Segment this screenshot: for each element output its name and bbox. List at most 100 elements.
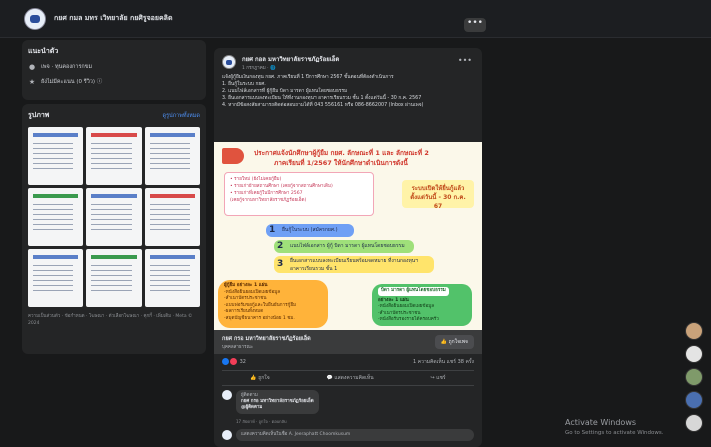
post-text-line: 2. แนบไฟล์เอกสารที่ ผู้กู้ยืม บิดา มารดา… [222,89,348,94]
share-label: แชร์ [436,375,446,381]
love-reaction-icon [230,358,237,365]
photo-thumbnail[interactable] [144,127,200,185]
photo-thumbnail[interactable] [86,188,142,246]
comment-item: ผู้ติดตาม กยศ กรอ มหาวิทยาลัยราชภัฏร้อยเ… [214,386,482,418]
share-button[interactable]: ↪ แชร์ [430,374,445,382]
step-text: แนบไฟล์เอกสาร ผู้กู้ บิดา มารดา ผู้แทนโด… [290,243,405,249]
post-stats: 32 1 ความคิดเห็น แชร์ 38 ครั้ง [214,354,482,370]
intro-card: แนะนำตัว ● เพจ · ทุนคองการกขม ★ ยังไม่มี… [22,40,206,100]
post-text: แจ้งผู้กู้ยืมเงินกองทุน กยศ. ภาคเรียนที่… [214,70,482,140]
intro-row-rating: ★ ยังไม่มีคะแนน (0 รีวิว) ⓘ [28,77,200,86]
page-name[interactable]: กยศ กมล มทร เวิทยาลัย กยศิรูจอยคลิด [54,13,173,24]
comment-text: @ผู้ติดตาม [241,405,263,410]
photo-thumbnail[interactable] [28,188,84,246]
step-number: 2 [277,241,284,251]
poster-step-2: 2 แนบไฟล์เอกสาร ผู้กู้ บิดา มารดา ผู้แทน… [274,240,414,253]
intro-text[interactable]: ยังไม่มีคะแนน (0 รีวิว) ⓘ [41,77,102,86]
photos-title: รูปภาพ [28,111,50,119]
activate-windows-subtitle: Go to Settings to activate Windows. [565,430,664,436]
poster-subheadline: ภาคเรียนที่ 1/2567 ให้นักศึกษาดำเนินการด… [274,159,408,167]
current-user-avatar [222,430,232,440]
comment-input[interactable]: แสดงความคิดเห็นในชื่อ A. Jeeraphatt Choo… [236,429,474,441]
feed-post: กยศ กอล มหาวิทยาลัยราชภัฏร้อยเอ็ด 1 กรกฎ… [214,48,482,447]
intro-row-category: ● เพจ · ทุนคองการกขม [28,63,200,71]
post-more-icon[interactable]: ••• [458,56,472,65]
photos-card: รูปภาพ ดูรูปภาพทั้งหมด ความเป็นส่วนตัว ·… [22,104,206,354]
like-reaction-icon [222,358,229,365]
page-info-strip: กยศ กรอ มหาวิทยาลัยราชภัฏร้อยเอ็ด บุคคลส… [214,330,482,354]
comment-count[interactable]: 1 ความคิดเห็น [413,359,445,365]
poster-line: • รายเก่าย้ายสถานศึกษา (เคยกู้จากสถานศึก… [230,184,333,189]
poster-borrower-docs: ผู้กู้ยืม อย่างละ 1 แผ่น -หนังสือยินยอมเ… [218,280,328,328]
like-button[interactable]: 👍 ถูกใจ [250,374,269,382]
post-text-line: 1. ยื่นกู้ในระบบ กยศ. [222,82,266,87]
poster-line: -สมุดบัญชีธนาคาร อย่างน้อย 1 ชม. [224,315,295,321]
poster-step-1: 1 ยื่นกู้ในระบบ (สมัครกยศ.) [266,224,354,237]
like-label: ถูกใจ [258,375,270,381]
photo-thumbnail[interactable] [28,249,84,307]
photo-thumbnail[interactable] [86,127,142,185]
page-header-bar: กยศ กมล มทร เวิทยาลัย กยศิรูจอยคลิด [0,0,711,38]
page-avatar[interactable] [24,7,46,30]
step-text: ยื่นเอกสารแบบลงทะเบียนเรียนพร้อมจดหมาย ท… [290,258,418,272]
poster-box-title: บิดา มารดา ผู้แทนโดยชอบธรรม [378,287,449,296]
thumbs-up-icon: 👍 [440,339,449,345]
chat-head-avatar[interactable] [685,391,703,409]
poster-step-3: 3 ยื่นเอกสารแบบลงทะเบียนเรียนพร้อมจดหมาย… [274,256,434,273]
post-actions: 👍 ถูกใจ 💬 แสดงความคิดเห็น ↪ แชร์ [222,370,474,386]
post-image-poster[interactable]: ประกาศแจ้งนักศึกษาผู้กู้ยืม กยศ. ลักษณะท… [214,142,482,330]
comment-meta[interactable]: 17 สัปดาห์ · ถูกใจ · ตอบกลับ [236,418,482,425]
like-page-label: ถูกใจเพจ [448,339,468,345]
post-text-line: 3. ยื่นเอกสารแบบลงทะเบียน ให้ที่งานกองทุ… [222,96,422,101]
commenter-avatar[interactable] [222,390,232,400]
post-text-line: แจ้งผู้กู้ยืมเงินกองทุน กยศ. ภาคเรียนที่… [222,75,394,80]
activate-windows-title: Activate Windows [565,418,637,427]
left-column: แนะนำตัว ● เพจ · ทุนคองการกขม ★ ยังไม่มี… [22,40,206,354]
photo-thumbnail[interactable] [86,249,142,307]
chat-heads-column [685,322,705,437]
write-comment-row: แสดงความคิดเห็นในชื่อ A. Jeeraphatt Choo… [214,425,482,445]
like-page-button[interactable]: 👍 ถูกใจเพจ [434,335,474,349]
intro-title: แนะนำตัว [28,47,59,55]
poster-line: (เคยกู้จากมหาวิทยาลัยราชภัฏร้อยเอ็ด) [230,198,307,203]
step-number: 3 [277,259,284,269]
star-icon: ★ [28,77,36,86]
poster-parent-docs: บิดา มารดา ผู้แทนโดยชอบธรรม อย่างละ 1 แผ… [372,284,472,326]
post-header: กยศ กอล มหาวิทยาลัยราชภัฏร้อยเอ็ด 1 กรกฎ… [214,48,482,71]
comment-label: แสดงความคิดเห็น [334,375,374,381]
page-strip-name[interactable]: กยศ กรอ มหาวิทยาลัยราชภัฏร้อยเอ็ด [222,335,311,343]
poster-eligibility-box: • รายใหม่ (ยังไม่เคยกู้ยืม) • รายเก่าย้า… [224,172,374,216]
post-timestamp[interactable]: 1 กรกฎาคม · 🌐 [242,64,339,71]
photo-thumbnail[interactable] [144,188,200,246]
chat-head-avatar[interactable] [685,414,703,432]
see-all-photos-link[interactable]: ดูรูปภาพทั้งหมด [163,112,201,120]
post-author[interactable]: กยศ กอล มหาวิทยาลัยราชภัฏร้อยเอ็ด [242,54,339,64]
poster-deadline-box: ระบบเปิดให้ยื่นกู้แล้ว ตั้งแต่วันนี้ - 3… [402,180,474,210]
reaction-summary[interactable]: 32 [222,358,246,366]
info-icon: ● [28,63,36,71]
page-strip-category: บุคคลสาธารณะ [222,344,254,350]
step-number: 1 [269,225,276,235]
chat-head-avatar[interactable] [685,322,703,340]
more-options-button[interactable]: ••• [464,18,486,32]
share-count[interactable]: แชร์ 38 ครั้ง [447,359,474,365]
comment-button[interactable]: 💬 แสดงความคิดเห็น [327,374,374,382]
poster-line: ตั้งแต่วันนี้ - 30 ก.ค. 67 [410,194,466,210]
photo-grid [28,127,200,307]
poster-line: ระบบเปิดให้ยื่นกู้แล้ว [411,185,465,192]
megaphone-icon [222,148,244,164]
post-author-avatar[interactable] [222,55,236,69]
step-text: ยื่นกู้ในระบบ (สมัครกยศ.) [282,227,338,233]
photo-thumbnail[interactable] [144,249,200,307]
photo-thumbnail[interactable] [28,127,84,185]
poster-line: -หนังสือรับรองรายได้ครอบครัว [378,317,439,322]
poster-line: • รายใหม่ (ยังไม่เคยกู้ยืม) [230,177,282,182]
chat-head-avatar[interactable] [685,368,703,386]
reaction-count: 32 [239,359,246,365]
chat-head-avatar[interactable] [685,345,703,363]
poster-headline: ประกาศแจ้งนักศึกษาผู้กู้ยืม กยศ. ลักษณะท… [254,149,429,157]
comment-bubble: ผู้ติดตาม กยศ กรอ มหาวิทยาลัยราชภัฏร้อยเ… [236,390,319,414]
intro-text: เพจ · ทุนคองการกขม [41,64,93,70]
poster-line: • รายเก่าที่เคยกู้ในปีการศึกษา 2567 [230,191,303,196]
footer-links[interactable]: ความเป็นส่วนตัว · ข้อกำหนด · โฆษณา · ตัว… [28,313,200,327]
